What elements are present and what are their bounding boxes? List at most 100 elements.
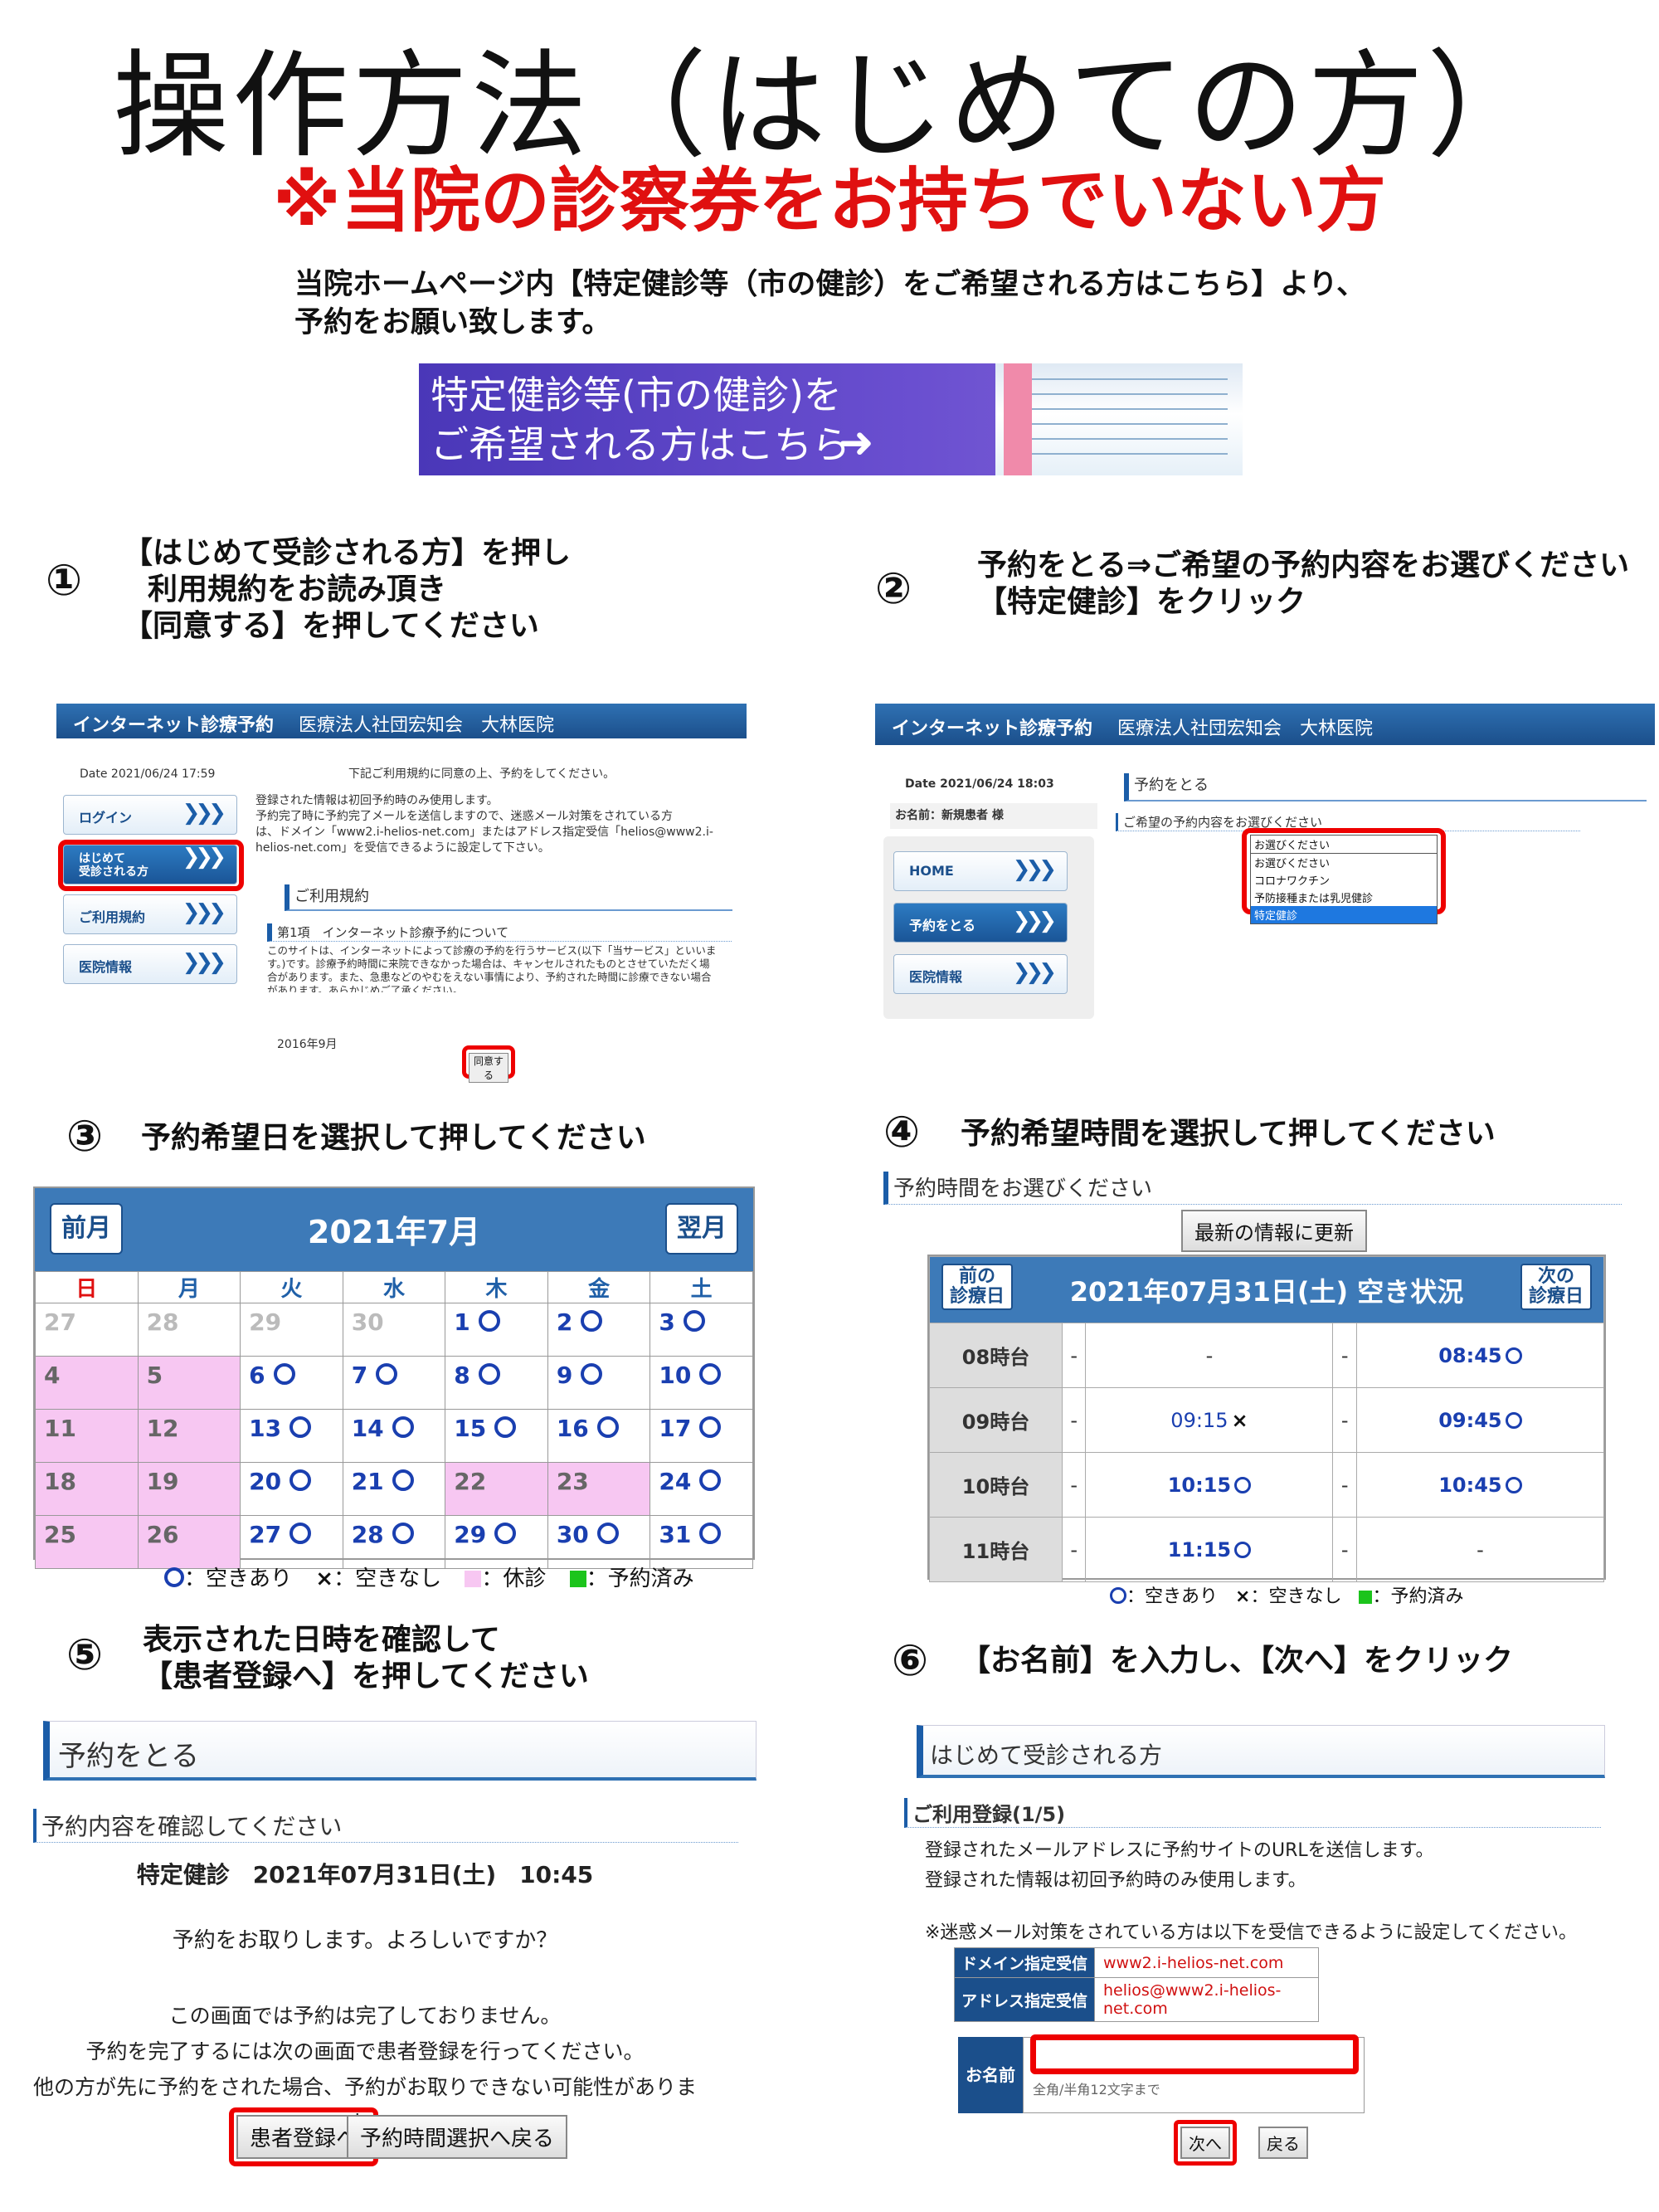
day-cell-available[interactable]: 10	[649, 1356, 753, 1410]
day-cell-available[interactable]: 14	[342, 1409, 446, 1463]
day-cell-available[interactable]: 27	[240, 1515, 343, 1569]
screenshot-terms: インターネット診療予約 医療法人社団宏知会 大林医院 Date 2021/06/2…	[56, 704, 747, 1085]
weekday-wed: 水	[342, 1271, 446, 1303]
select-option[interactable]: コロナワクチン	[1251, 871, 1437, 889]
slot-available[interactable]: 09:45	[1355, 1387, 1605, 1453]
day-cell-available[interactable]: 15	[445, 1409, 548, 1463]
agree-button[interactable]: 同意する	[469, 1053, 508, 1083]
calendar-legend: ：空きあり ×：空きなし ：休診 ：予約済み	[164, 1562, 694, 1592]
nav-login-label: ログイン	[79, 810, 133, 826]
nav-home-label: HOME	[909, 863, 954, 879]
day-cell-available[interactable]: 1	[445, 1303, 548, 1357]
day-number: 21	[351, 1468, 384, 1495]
kenshin-banner[interactable]: 特定健診等(市の健診)を ご希望される方はこちら ➜	[419, 363, 1243, 475]
day-cell-available[interactable]: 29	[445, 1515, 548, 1569]
back-button[interactable]: 戻る	[1258, 2127, 1308, 2159]
refresh-button[interactable]: 最新の情報に更新	[1181, 1210, 1367, 1252]
clinic-name: 医療法人社団宏知会 大林医院	[299, 715, 555, 736]
weekday-thu: 木	[445, 1271, 548, 1303]
chevron-right-icon: ❯❯❯	[182, 900, 226, 925]
day-number: 9	[556, 1362, 573, 1389]
confirm-note: 予約を完了するには次の画面で患者登録を行ってください。	[85, 2039, 645, 2063]
nav-login[interactable]: ログイン ❯❯❯	[63, 795, 237, 835]
available-circle-icon	[289, 1469, 312, 1491]
step2-line1: 予約をとる⇒ご希望の予約内容をお選びください	[977, 548, 1630, 582]
day-cell-available[interactable]: 20	[240, 1462, 343, 1516]
day-cell-available[interactable]: 24	[649, 1462, 753, 1516]
step5-line2: 【患者登録へ】を押してください	[143, 1659, 589, 1693]
day-cell-available[interactable]: 2	[547, 1303, 651, 1357]
arrow-right-icon: ➜	[838, 418, 874, 468]
day-cell-available[interactable]: 8	[445, 1356, 548, 1410]
day-cell-available[interactable]: 30	[547, 1515, 651, 1569]
back-to-time-button[interactable]: 予約時間選択へ戻る	[347, 2115, 568, 2159]
next-day-button[interactable]: 次の 診療日	[1520, 1264, 1592, 1310]
terms-article-text: このサイトは、インターネットによって診療の予約を行うサービス(以下「当サービス」…	[267, 944, 740, 997]
day-cell-available[interactable]: 13	[240, 1409, 343, 1463]
patient-name: お名前：新規患者 様	[890, 803, 1097, 829]
select-option[interactable]: 予防接種または乳児健診	[1251, 889, 1437, 906]
prev-day-button[interactable]: 前の 診療日	[941, 1264, 1014, 1310]
next-month-button[interactable]: 翌月	[665, 1203, 738, 1255]
next-button[interactable]: 次へ	[1180, 2127, 1230, 2159]
slot-empty: -	[1061, 1517, 1087, 1582]
reservation-detail: 特定健診 2021年07月31日(土) 10:45	[136, 1861, 594, 1888]
nav-clinic-info[interactable]: 医院情報 ❯❯❯	[63, 944, 237, 984]
day-cell-available[interactable]: 17	[649, 1409, 753, 1463]
day-cell-available[interactable]: 9	[547, 1356, 651, 1410]
step2-number: ②	[875, 564, 912, 614]
available-circle-icon	[1110, 1587, 1126, 1604]
slot-available[interactable]: 08:45	[1355, 1323, 1605, 1388]
page-subtitle: ※当院の診察券をお持ちでいない方	[273, 160, 1386, 241]
address-label: アドレス指定受信	[953, 1977, 1096, 2022]
next-highlight: 次へ	[1174, 2120, 1237, 2166]
day-number: 14	[351, 1415, 384, 1442]
calendar-header: 前月 2021年7月 翌月	[35, 1188, 753, 1271]
day-cell-available[interactable]: 16	[547, 1409, 651, 1463]
nav-reserve[interactable]: 予約をとる ❯❯❯	[893, 903, 1068, 943]
day-number: 24	[659, 1468, 692, 1495]
select-option[interactable]: お選びください	[1251, 854, 1437, 871]
step6-number: ⑥	[892, 1636, 929, 1686]
step5-text: 表示された日時を確認して 【患者登録へ】を押してください	[143, 1622, 589, 1695]
day-cell-available[interactable]: 3	[649, 1303, 753, 1357]
slot-available[interactable]: 11:15	[1085, 1517, 1334, 1582]
name-input[interactable]	[1030, 2034, 1359, 2074]
day-cell-available[interactable]: 21	[342, 1462, 446, 1516]
day-cell-available[interactable]: 7	[342, 1356, 446, 1410]
available-circle-icon	[392, 1523, 414, 1544]
weekday-mon: 月	[137, 1271, 241, 1303]
select-option-tokutei[interactable]: 特定健診	[1251, 906, 1437, 923]
date-label: Date 2021/06/24 17:59	[80, 767, 216, 781]
step6-text: 【お名前】を入力し、【次へ】をクリック	[961, 1644, 1514, 1678]
chevron-right-icon: ❯❯❯	[1012, 857, 1057, 882]
day-cell-available[interactable]: 28	[342, 1515, 446, 1569]
legend-closed: ：休診	[481, 1566, 547, 1591]
nav-clinic-info[interactable]: 医院情報 ❯❯❯	[893, 954, 1068, 994]
registration-info-line: 登録された情報は初回予約時のみ使用します。	[925, 1870, 1306, 1891]
slot-empty: -	[1332, 1452, 1357, 1518]
slot-empty: -	[1355, 1517, 1605, 1582]
terms-article-title: 第1項 インターネット診療予約について	[267, 923, 732, 942]
available-circle-icon	[289, 1416, 312, 1438]
day-cell-available[interactable]: 31	[649, 1515, 753, 1569]
weekday-fri: 金	[547, 1271, 651, 1303]
day-cell-closed: 22	[445, 1462, 548, 1516]
nav-clinic-info-label: 医院情報	[79, 959, 133, 975]
slot-available[interactable]: 10:45	[1355, 1452, 1605, 1518]
registration-info-line: 登録されたメールアドレスに予約サイトのURLを送信します。	[925, 1840, 1434, 1861]
nav-home[interactable]: HOME ❯❯❯	[893, 851, 1068, 891]
day-number: 31	[659, 1521, 692, 1548]
slot-time: 11:15	[1167, 1537, 1232, 1562]
time-heading: 予約時間をお選びください	[883, 1172, 1622, 1205]
slot-available[interactable]: 10:15	[1085, 1452, 1334, 1518]
banner-line2: ご希望される方はこちら	[431, 422, 850, 467]
hour-label: 09時台	[929, 1387, 1063, 1453]
available-circle-icon	[699, 1363, 722, 1385]
slot-empty: -	[1085, 1323, 1334, 1388]
day-cell-available[interactable]: 6	[240, 1356, 343, 1410]
reservation-type-select[interactable]: お選びください お選びください コロナワクチン 予防接種または乳児健診 特定健診	[1250, 835, 1438, 924]
unavailable-cross-icon: ×	[1235, 1586, 1251, 1607]
nav-terms[interactable]: ご利用規約 ❯❯❯	[63, 894, 237, 934]
available-circle-icon	[478, 1363, 500, 1385]
